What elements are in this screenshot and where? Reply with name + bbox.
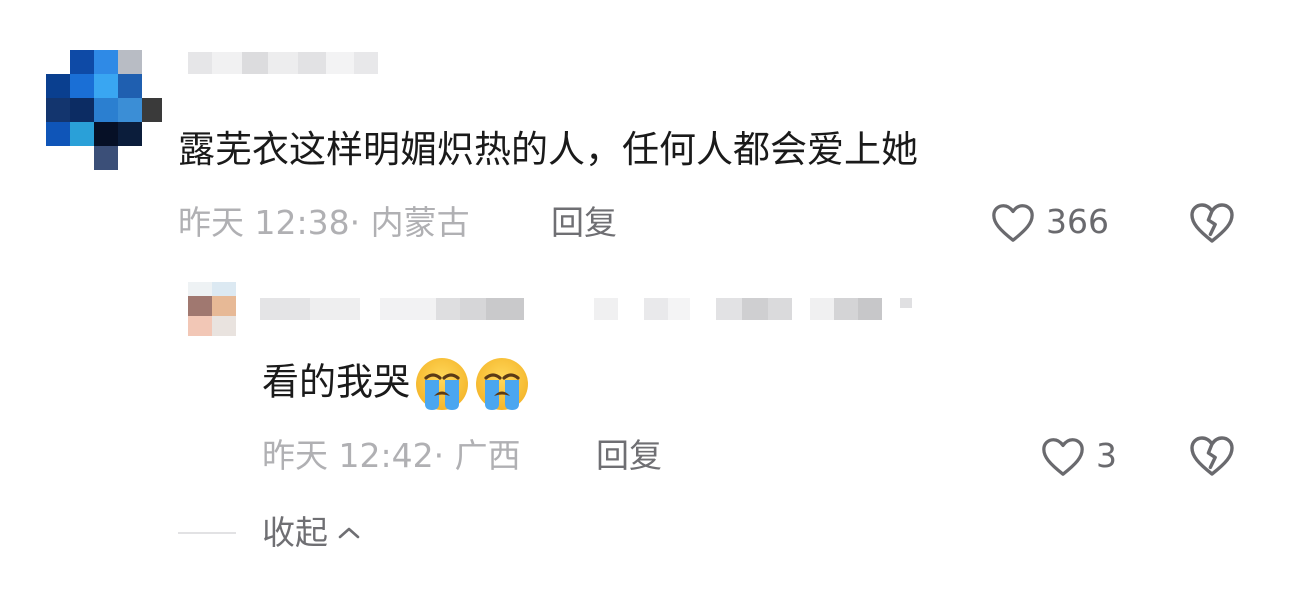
collapse-replies-row: 收起 <box>178 513 362 553</box>
loudly-crying-face-icon <box>474 356 530 412</box>
collapse-replies-button[interactable]: 收起 <box>262 513 362 553</box>
reply-text: 看的我哭 <box>262 356 530 412</box>
broken-heart-icon <box>1188 199 1236 245</box>
loudly-crying-face-icon <box>414 356 470 412</box>
reply-like-count: 3 <box>1096 436 1117 475</box>
reply-to-reply-button[interactable]: 回复 <box>596 436 662 476</box>
commenter-username[interactable] <box>188 52 388 78</box>
chevron-up-icon <box>336 524 362 542</box>
divider <box>178 532 236 534</box>
replier-username[interactable] <box>260 298 920 324</box>
replier-avatar[interactable] <box>188 282 238 340</box>
reply-time: 昨天 12:42 <box>262 436 434 475</box>
comment-meta: 昨天 12:38· 内蒙古 <box>178 203 470 243</box>
meta-separator: · <box>349 203 361 242</box>
like-count: 366 <box>1046 202 1109 241</box>
like-button[interactable]: 366 <box>990 200 1109 244</box>
meta-separator: · <box>433 436 445 475</box>
reply-button[interactable]: 回复 <box>551 203 617 243</box>
comment-location: 内蒙古 <box>370 203 470 242</box>
reply-location: 广西 <box>454 436 521 475</box>
reply-text-body: 看的我哭 <box>262 360 410 404</box>
reply-like-button[interactable]: 3 <box>1040 434 1117 478</box>
reply-meta: 昨天 12:42· 广西 <box>262 436 521 476</box>
heart-icon <box>990 200 1036 244</box>
commenter-avatar[interactable] <box>46 50 164 174</box>
broken-heart-icon <box>1188 432 1236 478</box>
comment-text: 露芜衣这样明媚炽热的人，任何人都会爱上她 <box>178 128 918 171</box>
dislike-button[interactable] <box>1188 199 1236 245</box>
heart-icon <box>1040 434 1086 478</box>
collapse-label: 收起 <box>262 513 328 552</box>
reply-dislike-button[interactable] <box>1188 432 1236 478</box>
comment-time: 昨天 12:38 <box>178 203 350 242</box>
